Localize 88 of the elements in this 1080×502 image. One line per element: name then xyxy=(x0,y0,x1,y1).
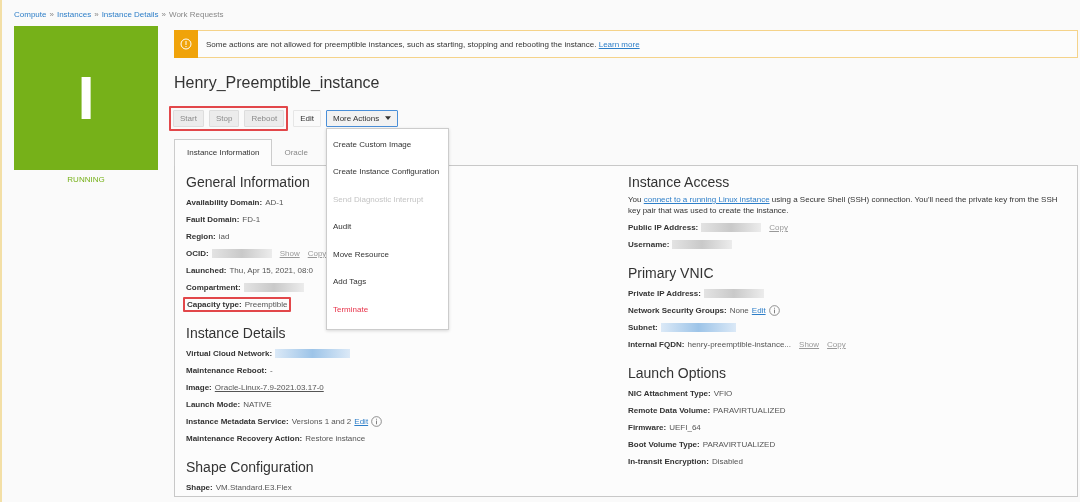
section-description: You connect to a running Linux instance using a Secure Shell (SSH) connection. You'll need the private key from the SSH key pair that was used to create the instance. xyxy=(628,194,1059,216)
section-heading: General Information xyxy=(186,174,311,190)
tile-letter: I xyxy=(77,67,95,129)
redacted-block xyxy=(243,283,304,292)
field-label: Availability Domain: xyxy=(186,198,263,207)
field-label: Subnet: xyxy=(628,323,658,332)
action-link[interactable]: Show xyxy=(279,249,300,258)
tab[interactable]: Oracle xyxy=(272,140,321,165)
caret-icon xyxy=(385,116,392,120)
field-value: VFIO xyxy=(713,389,733,398)
instance-title: Henry_Preemptible_instance xyxy=(174,73,381,93)
field-value: iad xyxy=(218,232,230,241)
redacted-block xyxy=(701,223,762,232)
warning-message: Some actions are not allowed for preemptible instances, such as starting, stopping and rebooting the instance. Learn more xyxy=(206,39,640,49)
field-value: Preemptible xyxy=(244,300,288,309)
field-value: henry-preemptible-instance... xyxy=(687,340,792,349)
field-label: Launched: xyxy=(186,266,227,275)
field-label: OCID: xyxy=(186,249,209,258)
field-value: FD-1 xyxy=(242,215,261,224)
menu-item[interactable]: Create Custom Image xyxy=(326,130,448,158)
field-label: Image: xyxy=(186,383,212,392)
status-label: RUNNING xyxy=(67,175,105,184)
action-link[interactable]: Copy xyxy=(827,340,846,349)
field-value: NATIVE xyxy=(243,400,272,409)
section-heading: Shape Configuration xyxy=(186,459,315,475)
field-label: Launch Mode: xyxy=(186,400,241,409)
field-label: Region: xyxy=(186,232,216,241)
breadcrumb-separator: » xyxy=(94,9,99,21)
info-icon[interactable] xyxy=(768,305,780,316)
field-label: Public IP Address: xyxy=(628,223,699,232)
action-link[interactable]: Copy xyxy=(307,249,327,258)
breadcrumb-separator: » xyxy=(49,9,54,21)
field-value: Disabled xyxy=(711,457,744,466)
redacted-block xyxy=(672,240,733,249)
menu-item[interactable]: Move Resource xyxy=(326,240,448,268)
field-label: Remote Data Volume: xyxy=(628,406,711,415)
field-label: Compartment: xyxy=(186,283,241,292)
field-label: Internal FQDN: xyxy=(628,340,685,349)
field-value: None xyxy=(729,306,749,315)
field-label: Maintenance Reboot: xyxy=(186,366,267,375)
field-label: Network Security Groups: xyxy=(628,306,727,315)
menu-item[interactable]: Create Instance Configuration xyxy=(326,158,448,186)
learn-more-link[interactable]: Learn more xyxy=(598,39,640,49)
field-label: NIC Attachment Type: xyxy=(628,389,711,398)
menu-item[interactable]: Add Tags xyxy=(326,268,448,296)
field-label: Firmware: xyxy=(628,423,667,432)
field-value: PARAVIRTUALIZED xyxy=(713,406,786,415)
section-heading: Primary VNIC xyxy=(628,265,715,281)
section-heading: Instance Details xyxy=(186,325,287,341)
more-actions-button[interactable]: More Actions xyxy=(325,109,399,127)
menu-item[interactable]: Terminate xyxy=(326,295,448,323)
breadcrumb-separator: » xyxy=(161,9,166,21)
field-value: UEFI_64 xyxy=(669,423,701,432)
field-value: - xyxy=(269,366,273,375)
redacted-block xyxy=(703,289,764,298)
section-heading: Instance Access xyxy=(628,174,731,190)
field-value: Versions 1 and 2 xyxy=(291,417,352,426)
field-label: Boot Volume Type: xyxy=(628,440,700,449)
action-link[interactable]: Copy xyxy=(769,223,788,232)
section-heading: Launch Options xyxy=(628,365,728,381)
action-link[interactable]: Show xyxy=(799,340,820,349)
field-value: PARAVIRTUALIZED xyxy=(702,440,776,449)
field-label: Capacity type: xyxy=(187,300,242,309)
field-label: Instance Metadata Service: xyxy=(186,417,289,426)
doc-link[interactable]: connect to a running Linux instance xyxy=(643,195,770,204)
field-label: Maintenance Recovery Action: xyxy=(186,434,303,443)
field-label: Shape: xyxy=(186,483,213,492)
field-value: VM.Standard.E3.Flex xyxy=(215,483,292,492)
field-label: Username: xyxy=(628,240,670,249)
info-icon[interactable] xyxy=(371,416,383,427)
breadcrumb-link[interactable]: Instance Details xyxy=(101,9,159,21)
redacted-block xyxy=(211,249,272,258)
field-link[interactable]: Oracle-Linux-7.9-2021.03.17-0 xyxy=(214,383,324,392)
breadcrumb-current: Work Requests xyxy=(169,9,224,21)
edit-link[interactable]: Edit xyxy=(751,306,766,315)
edit-link[interactable]: Edit xyxy=(354,417,369,426)
menu-item[interactable]: Audit xyxy=(326,213,448,241)
field-label: In-transit Encryption: xyxy=(628,457,709,466)
action-button[interactable]: Edit xyxy=(293,109,321,127)
field-value: AD-1 xyxy=(265,198,284,207)
field-value: Thu, Apr 15, 2021, 08:0 xyxy=(229,266,314,275)
field-value: Restore instance xyxy=(305,434,366,443)
tab[interactable]: Instance Information xyxy=(174,139,273,166)
field-label: Virtual Cloud Network: xyxy=(186,349,273,358)
field-label: Fault Domain: xyxy=(186,215,240,224)
breadcrumb-link[interactable]: Compute xyxy=(14,9,47,21)
field-label: Private IP Address: xyxy=(628,289,701,298)
breadcrumb-link[interactable]: Instances xyxy=(56,9,92,21)
